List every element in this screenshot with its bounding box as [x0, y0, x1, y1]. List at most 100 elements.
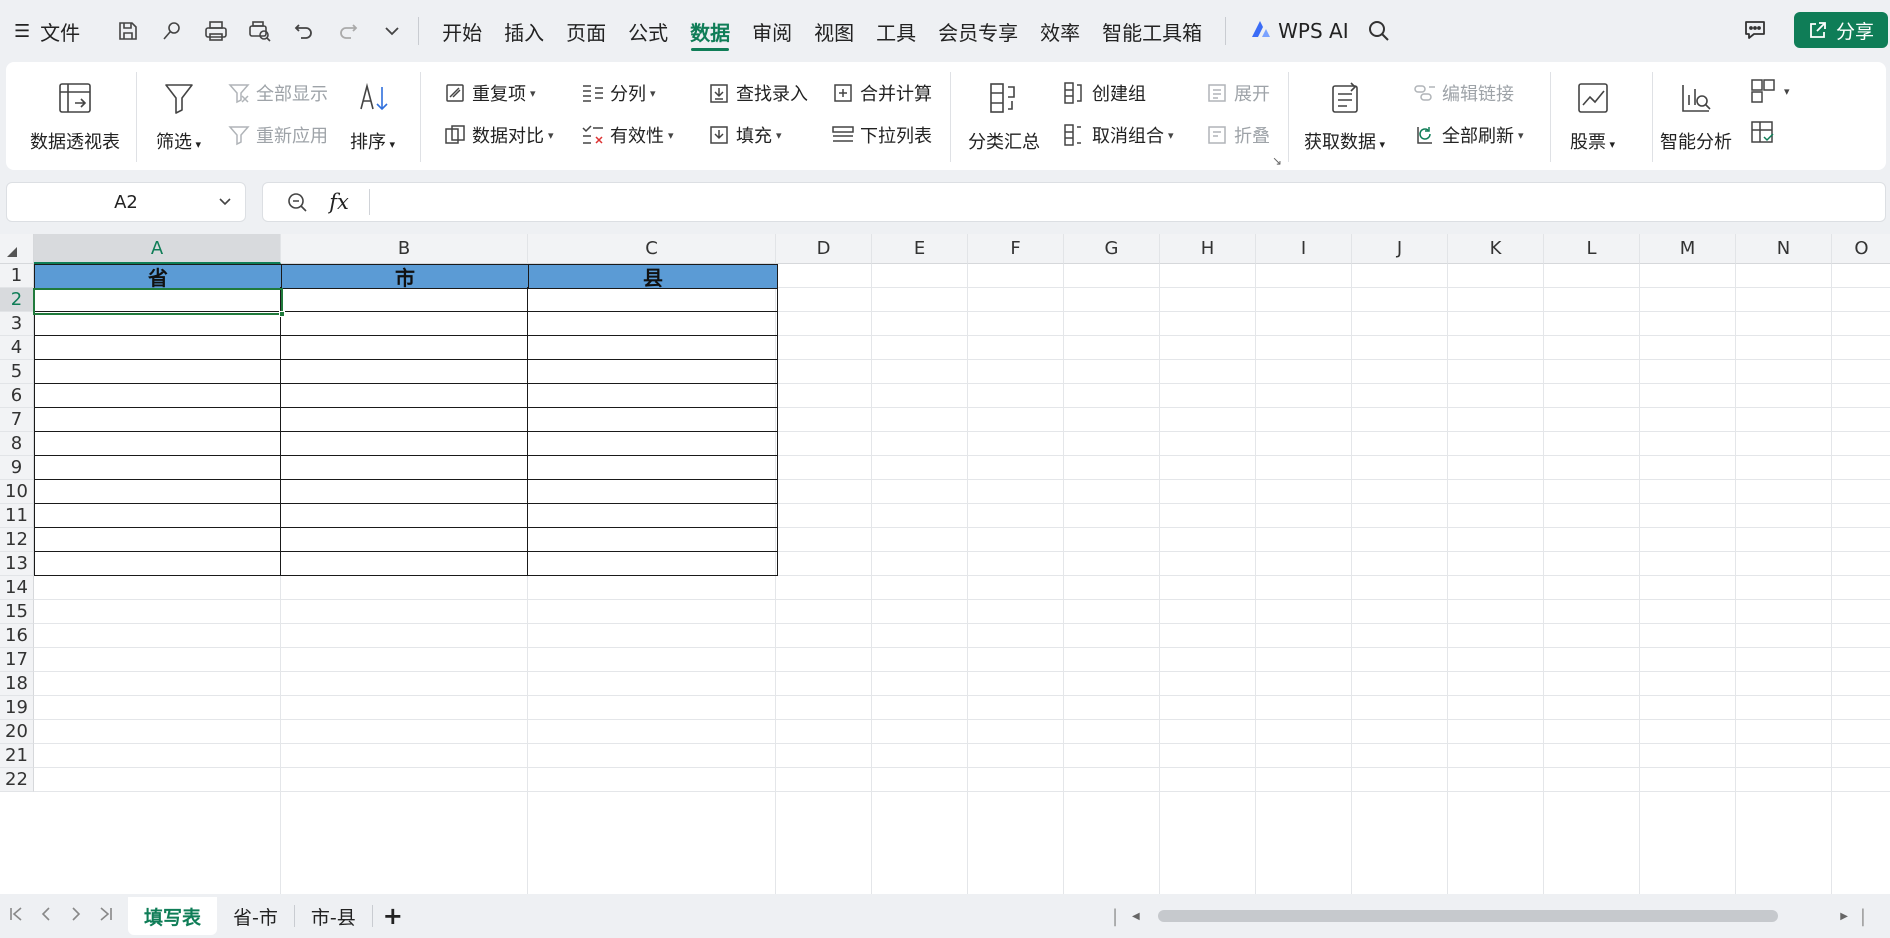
table-cell[interactable] [34, 335, 281, 360]
row-header[interactable]: 22 [0, 768, 34, 792]
expand-button[interactable]: 展开 [1204, 80, 1270, 106]
duplicates-button[interactable]: 重复项 ▾ [442, 80, 536, 106]
tab-smart-toolbox[interactable]: 智能工具箱 [1091, 11, 1213, 51]
table-cell[interactable] [280, 335, 528, 360]
column-header[interactable]: O [1832, 234, 1890, 264]
table-cell[interactable] [280, 479, 528, 504]
last-sheet-icon[interactable] [98, 906, 114, 927]
table-cell[interactable] [527, 335, 778, 360]
data-compare-button[interactable]: 数据对比 ▾ [442, 122, 554, 148]
table-cell[interactable] [527, 359, 778, 384]
row-header[interactable]: 13 [0, 552, 34, 576]
table-cell[interactable] [280, 551, 528, 576]
pivot-table-button[interactable]: 数据透视表 [30, 78, 120, 154]
table-header-city[interactable]: 市 [281, 264, 529, 290]
print-icon[interactable] [202, 17, 230, 45]
check-table-button[interactable] [1750, 120, 1780, 146]
column-header[interactable]: G [1064, 234, 1160, 264]
refresh-all-button[interactable]: 全部刷新 ▾ [1412, 122, 1524, 148]
table-cell[interactable] [280, 311, 528, 336]
select-all-corner[interactable] [0, 234, 34, 264]
table-cell[interactable] [34, 479, 281, 504]
column-header[interactable]: F [968, 234, 1064, 264]
column-header[interactable]: H [1160, 234, 1256, 264]
file-menu[interactable]: ☰ 文件 [14, 17, 80, 46]
row-header[interactable]: 4 [0, 336, 34, 360]
table-cell[interactable] [34, 359, 281, 384]
row-header[interactable]: 3 [0, 312, 34, 336]
row-header[interactable]: 2 [0, 288, 34, 312]
table-cell[interactable] [527, 287, 778, 312]
tab-review[interactable]: 审阅 [741, 11, 803, 51]
table-cell[interactable] [34, 431, 281, 456]
subtotal-button[interactable]: 分类汇总 [968, 78, 1040, 154]
table-cell[interactable] [34, 527, 281, 552]
save-icon[interactable] [114, 17, 142, 45]
row-header[interactable]: 19 [0, 696, 34, 720]
row-header[interactable]: 21 [0, 744, 34, 768]
redo-icon[interactable] [334, 17, 362, 45]
tab-page[interactable]: 页面 [555, 11, 617, 51]
column-header[interactable]: M [1640, 234, 1736, 264]
hamburger-icon[interactable]: ☰ [14, 21, 30, 42]
table-cell[interactable] [280, 287, 528, 312]
scrollbar-thumb[interactable] [1158, 910, 1778, 922]
table-cell[interactable] [34, 503, 281, 528]
table-cell[interactable] [527, 551, 778, 576]
collapse-button[interactable]: 折叠 [1204, 122, 1270, 148]
fill-handle[interactable] [279, 311, 285, 317]
table-header-province[interactable]: 省 [34, 264, 282, 290]
table-cell[interactable] [527, 455, 778, 480]
column-header[interactable]: J [1352, 234, 1448, 264]
show-all-button[interactable]: 全部显示 [226, 80, 328, 106]
get-data-button[interactable]: 获取数据 ▾ [1304, 78, 1385, 154]
row-header[interactable]: 7 [0, 408, 34, 432]
row-header[interactable]: 15 [0, 600, 34, 624]
table-cell[interactable] [527, 431, 778, 456]
table-cell[interactable] [34, 551, 281, 576]
row-header[interactable]: 16 [0, 624, 34, 648]
table-cell[interactable] [527, 503, 778, 528]
row-header[interactable]: 20 [0, 720, 34, 744]
sheet-tab-fill-form[interactable]: 填写表 [128, 897, 218, 935]
row-header[interactable]: 6 [0, 384, 34, 408]
share-button[interactable]: 分享 [1793, 12, 1888, 48]
tab-data[interactable]: 数据 [679, 11, 741, 51]
column-header[interactable]: N [1736, 234, 1832, 264]
table-cell[interactable] [34, 383, 281, 408]
column-header[interactable]: A [34, 234, 281, 264]
filter-button[interactable]: 筛选 ▾ [156, 78, 201, 154]
tab-home[interactable]: 开始 [431, 11, 493, 51]
column-header[interactable]: B [281, 234, 528, 264]
table-cell[interactable] [34, 455, 281, 480]
table-cell[interactable] [280, 407, 528, 432]
horizontal-scrollbar[interactable]: | ◀ ▶ | [1112, 906, 1870, 927]
print-preview-icon[interactable] [246, 17, 274, 45]
tab-member[interactable]: 会员专享 [927, 11, 1029, 51]
wps-ai-button[interactable]: WPS AI [1238, 19, 1360, 44]
row-header[interactable]: 14 [0, 576, 34, 600]
table-cell[interactable] [527, 479, 778, 504]
find-entry-button[interactable]: 查找录入 [706, 80, 808, 106]
dialog-launcher-icon[interactable]: ↘ [1272, 154, 1282, 168]
column-header[interactable]: E [872, 234, 968, 264]
table-header-county[interactable]: 县 [528, 264, 778, 290]
row-header[interactable]: 5 [0, 360, 34, 384]
row-header[interactable]: 12 [0, 528, 34, 552]
prev-sheet-icon[interactable] [38, 906, 54, 927]
split-column-button[interactable]: 分列 ▾ [580, 80, 656, 106]
table-cell[interactable] [280, 383, 528, 408]
stocks-button[interactable]: 股票 ▾ [1570, 78, 1615, 154]
tab-view[interactable]: 视图 [803, 11, 865, 51]
table-cell[interactable] [527, 311, 778, 336]
column-header[interactable]: D [776, 234, 872, 264]
next-sheet-icon[interactable] [68, 906, 84, 927]
tab-insert[interactable]: 插入 [493, 11, 555, 51]
validity-button[interactable]: 有效性 ▾ [580, 122, 674, 148]
column-header[interactable]: L [1544, 234, 1640, 264]
spreadsheet-grid[interactable]: ABCDEFGHIJKLMNO 1 2 3 4 5 6 7 8 9 10 11 12 13 14 15 16 1… [0, 234, 1890, 894]
sort-button[interactable]: 排序 ▾ [350, 78, 395, 154]
undo-icon[interactable] [290, 17, 318, 45]
table-cell[interactable] [527, 407, 778, 432]
tab-tools[interactable]: 工具 [865, 11, 927, 51]
